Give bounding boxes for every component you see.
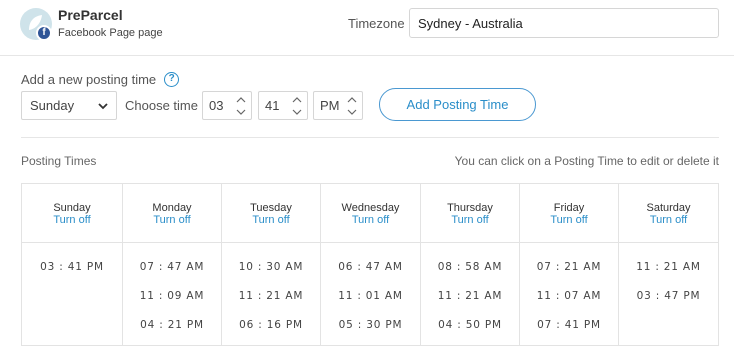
add-posting-time-title: Add a new posting time [21, 72, 157, 87]
add-posting-time-button[interactable]: Add Posting Time [379, 88, 536, 121]
question-circle-icon[interactable]: ? [164, 72, 180, 87]
up-down-arrows-icon[interactable] [235, 94, 247, 118]
day-name: Friday [553, 202, 585, 214]
page-name: PreParcel [58, 7, 123, 23]
page-avatar: f [20, 8, 52, 41]
page-header: f PreParcel Facebook Page page Timezone [0, 0, 734, 56]
day-column-header: Saturday Turn off [619, 184, 718, 243]
day-column-header: Sunday Turn off [22, 184, 122, 243]
posting-time-item[interactable]: 06 : 16 PM [222, 319, 320, 348]
day-name: Saturday [646, 202, 691, 214]
day-column-tuesday: Tuesday Turn off 10 : 30 AM 11 : 21 AM 06 : … [222, 184, 321, 345]
ampm-stepper[interactable]: PM [313, 91, 363, 120]
posting-time-item[interactable]: 07 : 21 AM [520, 261, 618, 290]
turn-off-link[interactable]: Turn off [321, 214, 420, 227]
time-list: 10 : 30 AM 11 : 21 AM 06 : 16 PM [222, 243, 320, 348]
day-name: Tuesday [250, 202, 292, 214]
posting-time-item[interactable]: 03 : 41 PM [22, 261, 122, 290]
day-column-thursday: Thursday Turn off 08 : 58 AM 11 : 21 AM 04 :… [421, 184, 520, 345]
turn-off-link[interactable]: Turn off [22, 214, 122, 227]
day-column-header: Thursday Turn off [421, 184, 519, 243]
day-column-header: Monday Turn off [123, 184, 221, 243]
day-column-header: Tuesday Turn off [222, 184, 320, 243]
day-column-saturday: Saturday Turn off 11 : 21 AM 03 : 47 PM [619, 184, 718, 345]
turn-off-link[interactable]: Turn off [619, 214, 718, 227]
day-column-friday: Friday Turn off 07 : 21 AM 11 : 07 AM 07 : 4… [520, 184, 619, 345]
time-list: 08 : 58 AM 11 : 21 AM 04 : 50 PM [421, 243, 519, 348]
day-select-value: Sunday [30, 98, 75, 113]
minute-value: 41 [265, 98, 280, 113]
posting-time-item[interactable]: 11 : 01 AM [321, 290, 420, 319]
day-name: Sunday [53, 202, 91, 214]
day-column-monday: Monday Turn off 07 : 47 AM 11 : 09 AM 04 : 2… [123, 184, 222, 345]
posting-time-item[interactable]: 03 : 47 PM [619, 290, 718, 319]
posting-time-item[interactable]: 11 : 21 AM [619, 261, 718, 290]
day-column-wednesday: Wednesday Turn off 06 : 47 AM 11 : 01 AM 05 … [321, 184, 421, 345]
page-type: Facebook Page page [58, 27, 163, 39]
posting-time-item[interactable]: 04 : 21 PM [123, 319, 221, 348]
timezone-label: Timezone [348, 16, 405, 31]
chevron-down-icon [98, 103, 108, 110]
posting-time-item[interactable]: 07 : 41 PM [520, 319, 618, 348]
ampm-value: PM [320, 98, 340, 113]
day-name: Monday [152, 202, 192, 214]
time-list: 03 : 41 PM [22, 243, 122, 290]
posting-time-item[interactable]: 11 : 21 AM [222, 290, 320, 319]
posting-time-item[interactable]: 05 : 30 PM [321, 319, 420, 348]
day-column-header: Friday Turn off [520, 184, 618, 243]
turn-off-link[interactable]: Turn off [222, 214, 320, 227]
time-list: 11 : 21 AM 03 : 47 PM [619, 243, 718, 319]
posting-time-item[interactable]: 11 : 21 AM [421, 290, 519, 319]
turn-off-link[interactable]: Turn off [421, 214, 519, 227]
day-name: Wednesday [341, 202, 400, 214]
day-column-header: Wednesday Turn off [321, 184, 420, 243]
time-list: 06 : 47 AM 11 : 01 AM 05 : 30 PM [321, 243, 420, 348]
posting-time-item[interactable]: 10 : 30 AM [222, 261, 320, 290]
time-list: 07 : 21 AM 11 : 07 AM 07 : 41 PM [520, 243, 618, 348]
up-down-arrows-icon[interactable] [291, 94, 303, 118]
section-divider [21, 137, 719, 138]
minute-stepper[interactable]: 41 [258, 91, 308, 120]
add-posting-time-heading: Add a new posting time ? [21, 72, 180, 87]
posting-times-grid: Sunday Turn off 03 : 41 PM Monday Turn off 07… [21, 183, 719, 346]
day-name: Thursday [447, 202, 493, 214]
posting-time-item[interactable]: 08 : 58 AM [421, 261, 519, 290]
facebook-icon: f [36, 25, 52, 41]
time-list: 07 : 47 AM 11 : 09 AM 04 : 21 PM [123, 243, 221, 348]
posting-time-item[interactable]: 11 : 09 AM [123, 290, 221, 319]
turn-off-link[interactable]: Turn off [520, 214, 618, 227]
hour-stepper[interactable]: 03 [202, 91, 252, 120]
posting-time-item[interactable]: 06 : 47 AM [321, 261, 420, 290]
posting-time-item[interactable]: 04 : 50 PM [421, 319, 519, 348]
posting-times-hint: You can click on a Posting Time to edit … [454, 154, 719, 168]
posting-time-item[interactable]: 11 : 07 AM [520, 290, 618, 319]
day-select[interactable]: Sunday [21, 91, 117, 120]
timezone-input[interactable] [409, 8, 719, 38]
posting-times-title: Posting Times [21, 154, 97, 168]
posting-time-item[interactable]: 07 : 47 AM [123, 261, 221, 290]
up-down-arrows-icon[interactable] [346, 94, 358, 118]
turn-off-link[interactable]: Turn off [123, 214, 221, 227]
hour-value: 03 [209, 98, 224, 113]
day-column-sunday: Sunday Turn off 03 : 41 PM [22, 184, 123, 345]
choose-time-label: Choose time [125, 98, 198, 113]
